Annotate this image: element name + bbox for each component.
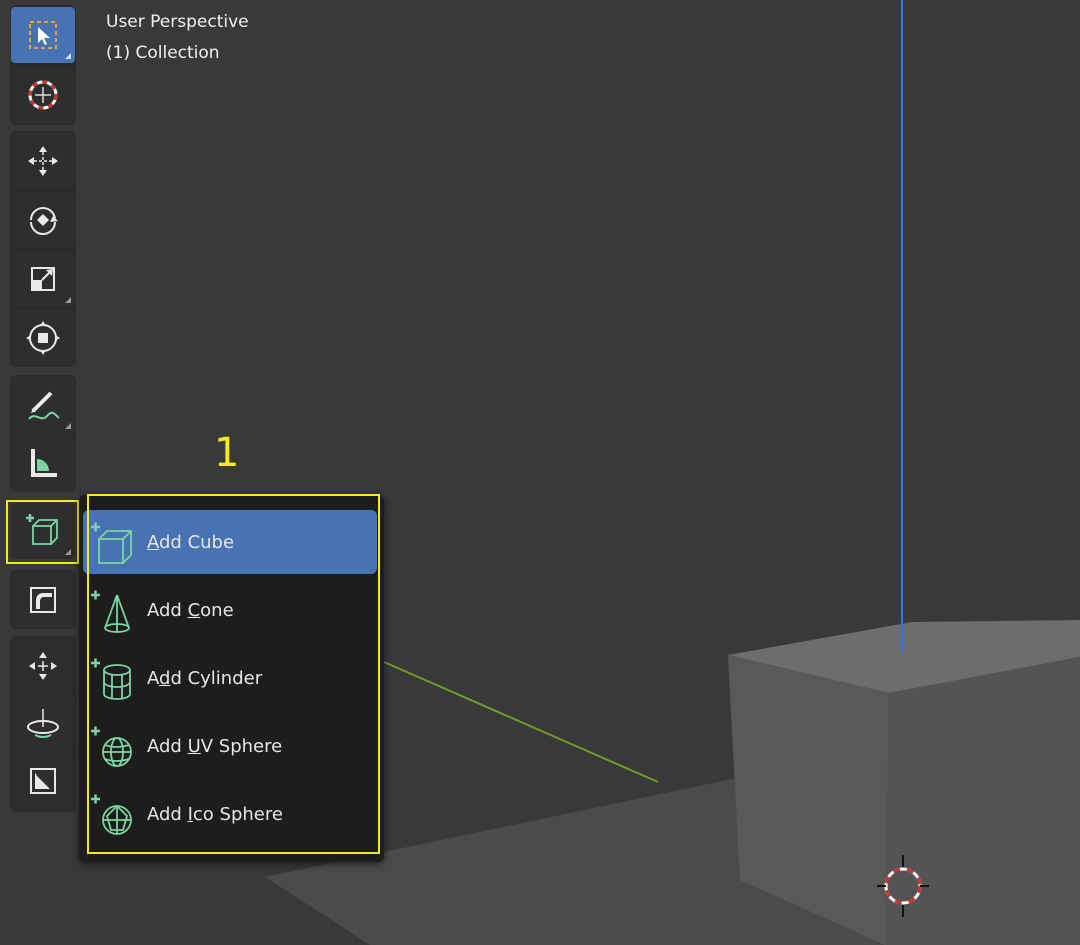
toolbar-group-extrude (10, 570, 76, 629)
view-perspective-label: User Perspective (106, 12, 249, 32)
scale-tool-button[interactable] (11, 251, 75, 307)
move-tool-button[interactable] (11, 133, 75, 189)
extrude-tool-button[interactable] (11, 572, 75, 628)
cursor-tool-button[interactable] (11, 67, 75, 123)
annotation-marker: 1 (214, 430, 240, 476)
scale-icon (31, 267, 55, 291)
cursor-icon (28, 80, 58, 110)
toolbar-group-transform (10, 131, 76, 367)
toolbar-group-view (10, 636, 76, 812)
measure-tool-button[interactable] (11, 435, 75, 491)
transform-tool-button[interactable] (11, 310, 75, 366)
select-box-tool-button[interactable] (11, 7, 75, 63)
rotate-icon (30, 207, 58, 235)
move-view-tool-button[interactable] (11, 638, 75, 694)
toolbar-group-annotate (10, 375, 76, 492)
shrink-tool-button[interactable] (11, 753, 75, 809)
extrude-icon (30, 587, 56, 613)
menu-highlight-box (87, 494, 380, 854)
spin-icon (27, 709, 59, 738)
select-box-icon (29, 21, 57, 49)
annotate-tool-button[interactable] (11, 377, 75, 433)
spin-tool-button[interactable] (11, 695, 75, 751)
default-cube[interactable] (728, 620, 1080, 945)
move-icon (28, 146, 58, 176)
annotate-icon (28, 391, 60, 420)
collection-label: (1) Collection (106, 43, 220, 63)
shrink-icon (30, 768, 56, 794)
move-view-icon (29, 652, 57, 680)
transform-icon (26, 321, 60, 355)
measure-icon (31, 449, 57, 477)
toolbar-group-select (10, 5, 76, 125)
rotate-tool-button[interactable] (11, 192, 75, 248)
toolbar-highlight-box (6, 500, 79, 564)
